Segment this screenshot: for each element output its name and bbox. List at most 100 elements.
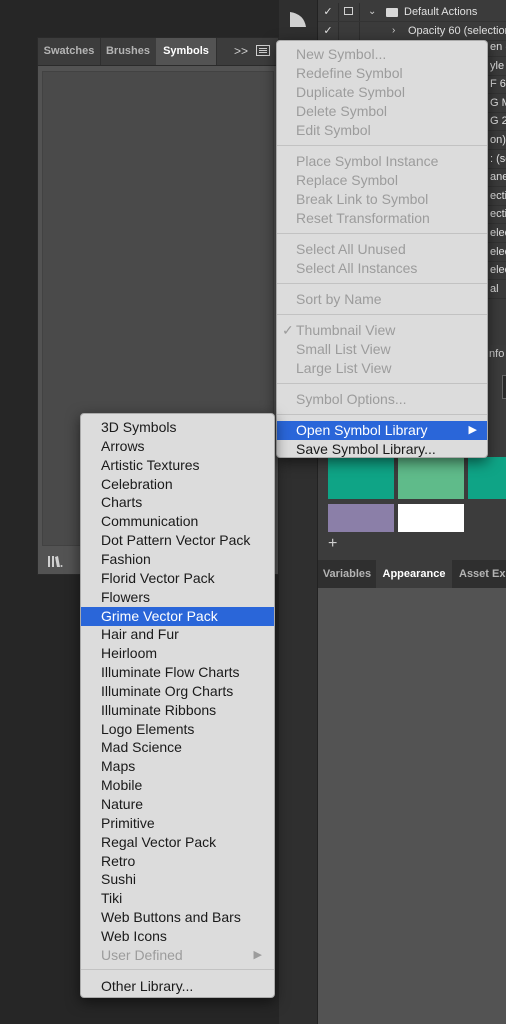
dropdown-edge[interactable] xyxy=(502,375,506,399)
submenu-arrow-icon: ▶ xyxy=(253,948,262,961)
symbol-libraries-icon[interactable] xyxy=(47,554,63,568)
tab-asset-export[interactable]: Asset Exp xyxy=(454,560,506,588)
library-item-label: Tiki xyxy=(101,890,123,907)
lower-tab-bar: Variables Appearance Asset Exp xyxy=(318,560,506,588)
library-item-label: Grime Vector Pack xyxy=(101,607,218,624)
library-item-label: Illuminate Ribbons xyxy=(101,701,217,718)
library-item-heirloom[interactable]: Heirloom xyxy=(81,644,274,663)
action-name: ecti xyxy=(490,208,506,221)
panel-overflow-button[interactable]: >> xyxy=(234,38,248,65)
library-item-other-library[interactable]: Other Library... xyxy=(81,977,274,996)
dialog-toggle[interactable] xyxy=(339,3,360,21)
library-item-web-buttons-and-bars[interactable]: Web Buttons and Bars xyxy=(81,908,274,927)
library-item-illuminate-org-charts[interactable]: Illuminate Org Charts xyxy=(81,682,274,701)
library-item-label: Other Library... xyxy=(101,977,194,994)
swatch[interactable] xyxy=(328,504,394,532)
menu-item-label: Place Symbol Instance xyxy=(296,153,439,169)
library-item-3d-symbols[interactable]: 3D Symbols xyxy=(81,418,274,437)
action-name: F 64 xyxy=(490,78,506,91)
menu-item-label: Replace Symbol xyxy=(296,172,398,188)
menu-item-place-symbol-instance: Place Symbol Instance xyxy=(277,152,487,171)
info-tab[interactable]: Info xyxy=(486,345,504,363)
tab-brushes[interactable]: Brushes xyxy=(100,38,157,65)
action-name: en (selec xyxy=(490,41,506,53)
library-item-artistic-textures[interactable]: Artistic Textures xyxy=(81,456,274,475)
library-item-grime-vector-pack[interactable]: Grime Vector Pack xyxy=(81,606,274,626)
swatch[interactable] xyxy=(468,457,506,499)
swatch[interactable] xyxy=(328,457,394,499)
panel-tab-bar: Swatches Brushes Symbols >> xyxy=(38,38,278,66)
library-item-label: User Defined xyxy=(101,946,183,963)
menu-item-label: Small List View xyxy=(296,341,391,357)
menu-item-select-all-instances: Select All Instances xyxy=(277,259,487,278)
action-name: ecti xyxy=(490,189,506,202)
menu-item-open-symbol-library[interactable]: Open Symbol Library ▶ xyxy=(277,421,487,440)
menu-separator xyxy=(81,968,274,970)
menu-item-label: Symbol Options... xyxy=(296,391,407,407)
library-item-label: Illuminate Org Charts xyxy=(101,682,234,699)
tab-appearance[interactable]: Appearance xyxy=(376,560,452,588)
action-toggle-checkbox[interactable]: ✓ xyxy=(318,3,339,21)
menu-item-save-symbol-library[interactable]: Save Symbol Library... xyxy=(277,440,487,459)
action-name: : (se xyxy=(490,152,506,165)
library-item-web-icons[interactable]: Web Icons xyxy=(81,927,274,946)
menu-item-label: Save Symbol Library... xyxy=(296,441,436,457)
library-item-primitive[interactable]: Primitive xyxy=(81,814,274,833)
menu-separator xyxy=(277,314,487,315)
library-item-label: Florid Vector Pack xyxy=(101,569,215,586)
menu-item-label: Reset Transformation xyxy=(296,210,430,226)
library-item-regal-vector-pack[interactable]: Regal Vector Pack xyxy=(81,833,274,852)
menu-item-label: Select All Instances xyxy=(296,260,418,276)
library-item-mobile[interactable]: Mobile xyxy=(81,776,274,795)
library-item-label: Sushi xyxy=(101,871,137,888)
library-item-charts[interactable]: Charts xyxy=(81,493,274,512)
library-item-mad-science[interactable]: Mad Science xyxy=(81,738,274,757)
menu-item-thumbnail-view: ✓ Thumbnail View xyxy=(277,321,487,340)
library-item-label: Heirloom xyxy=(101,645,158,662)
menu-item-label: Sort by Name xyxy=(296,291,382,307)
action-name: elec xyxy=(490,227,506,239)
action-name: yle (s xyxy=(490,59,506,72)
tab-symbols[interactable]: Symbols xyxy=(156,38,217,65)
library-item-tiki[interactable]: Tiki xyxy=(81,889,274,908)
action-row[interactable]: ✓ ⌄ Default Actions xyxy=(318,3,506,22)
menu-item-break-link-to-symbol: Break Link to Symbol xyxy=(277,190,487,209)
library-item-arrows[interactable]: Arrows xyxy=(81,437,274,456)
add-swatch-icon[interactable]: + xyxy=(328,535,337,553)
chevron-down-icon[interactable]: ⌄ xyxy=(368,3,376,21)
tab-variables[interactable]: Variables xyxy=(318,560,376,588)
library-item-illuminate-flow-charts[interactable]: Illuminate Flow Charts xyxy=(81,663,274,682)
library-item-hair-and-fur[interactable]: Hair and Fur xyxy=(81,625,274,644)
library-item-florid-vector-pack[interactable]: Florid Vector Pack xyxy=(81,569,274,588)
menu-item-replace-symbol: Replace Symbol xyxy=(277,171,487,190)
swatch[interactable] xyxy=(398,457,464,499)
library-item-illuminate-ribbons[interactable]: Illuminate Ribbons xyxy=(81,701,274,720)
library-item-label: Maps xyxy=(101,758,136,775)
menu-item-redefine-symbol: Redefine Symbol xyxy=(277,64,487,83)
menu-item-label: Delete Symbol xyxy=(296,103,388,119)
menu-item-large-list-view: Large List View xyxy=(277,359,487,378)
panel-menu-icon[interactable] xyxy=(256,45,270,56)
menu-separator xyxy=(277,414,487,415)
library-item-maps[interactable]: Maps xyxy=(81,757,274,776)
library-item-label: Web Icons xyxy=(101,927,167,944)
library-item-nature[interactable]: Nature xyxy=(81,795,274,814)
library-item-retro[interactable]: Retro xyxy=(81,852,274,871)
library-item-label: 3D Symbols xyxy=(101,419,177,435)
library-item-celebration[interactable]: Celebration xyxy=(81,475,274,494)
panel-icon[interactable] xyxy=(287,8,309,30)
library-item-sushi[interactable]: Sushi xyxy=(81,870,274,889)
library-item-fashion[interactable]: Fashion xyxy=(81,550,274,569)
library-item-communication[interactable]: Communication xyxy=(81,512,274,531)
library-item-dot-pattern-vector-pack[interactable]: Dot Pattern Vector Pack xyxy=(81,531,274,550)
library-item-flowers[interactable]: Flowers xyxy=(81,588,274,607)
menu-separator xyxy=(277,283,487,284)
library-item-logo-elements[interactable]: Logo Elements xyxy=(81,720,274,739)
appearance-panel-body xyxy=(318,588,506,1024)
menu-item-delete-symbol: Delete Symbol xyxy=(277,102,487,121)
menu-separator xyxy=(277,383,487,384)
tab-swatches[interactable]: Swatches xyxy=(38,38,101,65)
swatch[interactable] xyxy=(398,504,464,532)
menu-item-reset-transformation: Reset Transformation xyxy=(277,209,487,228)
library-item-label: Celebration xyxy=(101,475,173,492)
